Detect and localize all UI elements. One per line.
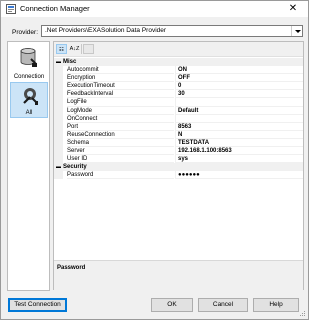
- collapse-icon[interactable]: ▬: [56, 163, 62, 171]
- property-value[interactable]: 30: [175, 90, 303, 99]
- property-row[interactable]: LogMode Default: [54, 106, 303, 115]
- row-gutter: [54, 106, 63, 115]
- property-rows: ▬ Misc Autocommit ON Encryption OFF Execut…: [54, 58, 303, 180]
- provider-label: Provider:: [12, 29, 39, 36]
- property-value[interactable]: 8563: [175, 122, 303, 131]
- property-name: Encryption: [67, 74, 174, 83]
- property-name: Server: [67, 147, 174, 156]
- tools-icon: [23, 88, 38, 105]
- property-row[interactable]: ReuseConnection N: [54, 130, 303, 139]
- category-row-security[interactable]: ▬ Security: [54, 163, 303, 172]
- property-name: Autocommit: [67, 66, 174, 75]
- property-description-pane: Password: [54, 260, 303, 290]
- property-value[interactable]: Default: [175, 106, 303, 115]
- connection-manager-window: Connection Manager ✕ Provider: .Net Prov…: [0, 0, 309, 320]
- property-row[interactable]: ExecutionTimeout 0: [54, 82, 303, 91]
- property-row[interactable]: Autocommit ON: [54, 66, 303, 75]
- sidebar-item-label: All: [25, 110, 33, 116]
- property-value[interactable]: [175, 114, 303, 123]
- property-name: Port: [67, 123, 174, 131]
- row-gutter: [54, 138, 63, 148]
- close-icon[interactable]: ✕: [282, 2, 304, 16]
- row-gutter: [54, 82, 63, 91]
- toolbar-divider: [81, 44, 82, 54]
- row-gutter: [54, 122, 63, 131]
- chevron-down-icon[interactable]: [291, 26, 302, 36]
- property-row[interactable]: Port 8563: [54, 122, 303, 131]
- row-gutter: [54, 171, 63, 180]
- property-grid: ☷ A↓Z ▬ Misc Autocommit ON Encryption OFF …: [53, 41, 304, 290]
- resize-grip-icon[interactable]: [300, 311, 306, 317]
- title-bar: Connection Manager ✕: [1, 1, 308, 17]
- property-grid-toolbar: ☷ A↓Z: [54, 42, 303, 57]
- row-gutter: [54, 66, 63, 75]
- property-name: LogMode: [67, 107, 174, 115]
- property-name: OnConnect: [67, 115, 174, 123]
- property-name: User ID: [67, 155, 174, 164]
- provider-value: .Net Providers\EXASolution Data Provider: [45, 27, 167, 34]
- property-name: ExecutionTimeout: [67, 82, 174, 91]
- property-name: LogFile: [67, 98, 174, 107]
- property-value[interactable]: 0: [175, 82, 303, 91]
- row-gutter: [54, 130, 63, 139]
- property-value[interactable]: sys: [175, 155, 303, 164]
- collapse-icon[interactable]: ▬: [56, 58, 62, 66]
- category-row-misc[interactable]: ▬ Misc: [54, 58, 303, 67]
- property-row-password[interactable]: Password ●●●●●●: [54, 171, 303, 180]
- property-name: Schema: [67, 139, 174, 148]
- alphabetical-sort-button[interactable]: A↓Z: [69, 44, 80, 54]
- property-name: FeedbackInterval: [67, 90, 174, 99]
- property-row[interactable]: Schema TESTDATA: [54, 138, 303, 148]
- property-row[interactable]: User ID sys: [54, 155, 303, 164]
- property-name: Password: [67, 171, 174, 180]
- property-row[interactable]: Server 192.168.1.100:8563: [54, 147, 303, 156]
- property-value[interactable]: [175, 98, 303, 107]
- property-value[interactable]: ON: [175, 66, 303, 75]
- category-sidebar: Connection All: [7, 41, 50, 291]
- row-gutter: [54, 74, 63, 83]
- database-plug-icon: [20, 48, 37, 67]
- cancel-button[interactable]: Cancel: [198, 298, 248, 312]
- row-gutter: [54, 155, 63, 164]
- description-title: Password: [57, 265, 86, 271]
- category-name: Misc: [63, 59, 77, 65]
- row-gutter: [54, 90, 63, 99]
- property-row[interactable]: OnConnect: [54, 114, 303, 123]
- property-value[interactable]: 192.168.1.100:8563: [175, 147, 303, 156]
- provider-select[interactable]: .Net Providers\EXASolution Data Provider: [41, 25, 303, 37]
- property-value[interactable]: N: [175, 130, 303, 139]
- window-title: Connection Manager: [20, 4, 90, 13]
- row-gutter: [54, 98, 63, 107]
- test-connection-button[interactable]: Test Connection: [8, 298, 67, 312]
- help-button[interactable]: Help: [253, 298, 299, 312]
- property-row[interactable]: FeedbackInterval 30: [54, 90, 303, 99]
- sidebar-item-all[interactable]: All: [10, 82, 48, 118]
- property-value[interactable]: OFF: [175, 74, 303, 83]
- categorized-view-button[interactable]: ☷: [56, 44, 67, 54]
- property-row[interactable]: Encryption OFF: [54, 74, 303, 83]
- row-gutter: [54, 147, 63, 156]
- app-icon: [6, 4, 16, 14]
- ok-button[interactable]: OK: [151, 298, 193, 312]
- property-name: ReuseConnection: [67, 131, 174, 139]
- property-row[interactable]: LogFile: [54, 98, 303, 107]
- row-gutter: [54, 114, 63, 123]
- sidebar-item-connection[interactable]: Connection: [10, 45, 48, 81]
- category-name: Security: [63, 164, 87, 171]
- property-pages-button[interactable]: [83, 44, 94, 54]
- sidebar-item-label: Connection: [13, 74, 45, 80]
- property-value[interactable]: TESTDATA: [175, 138, 303, 148]
- password-field[interactable]: ●●●●●●: [175, 171, 303, 180]
